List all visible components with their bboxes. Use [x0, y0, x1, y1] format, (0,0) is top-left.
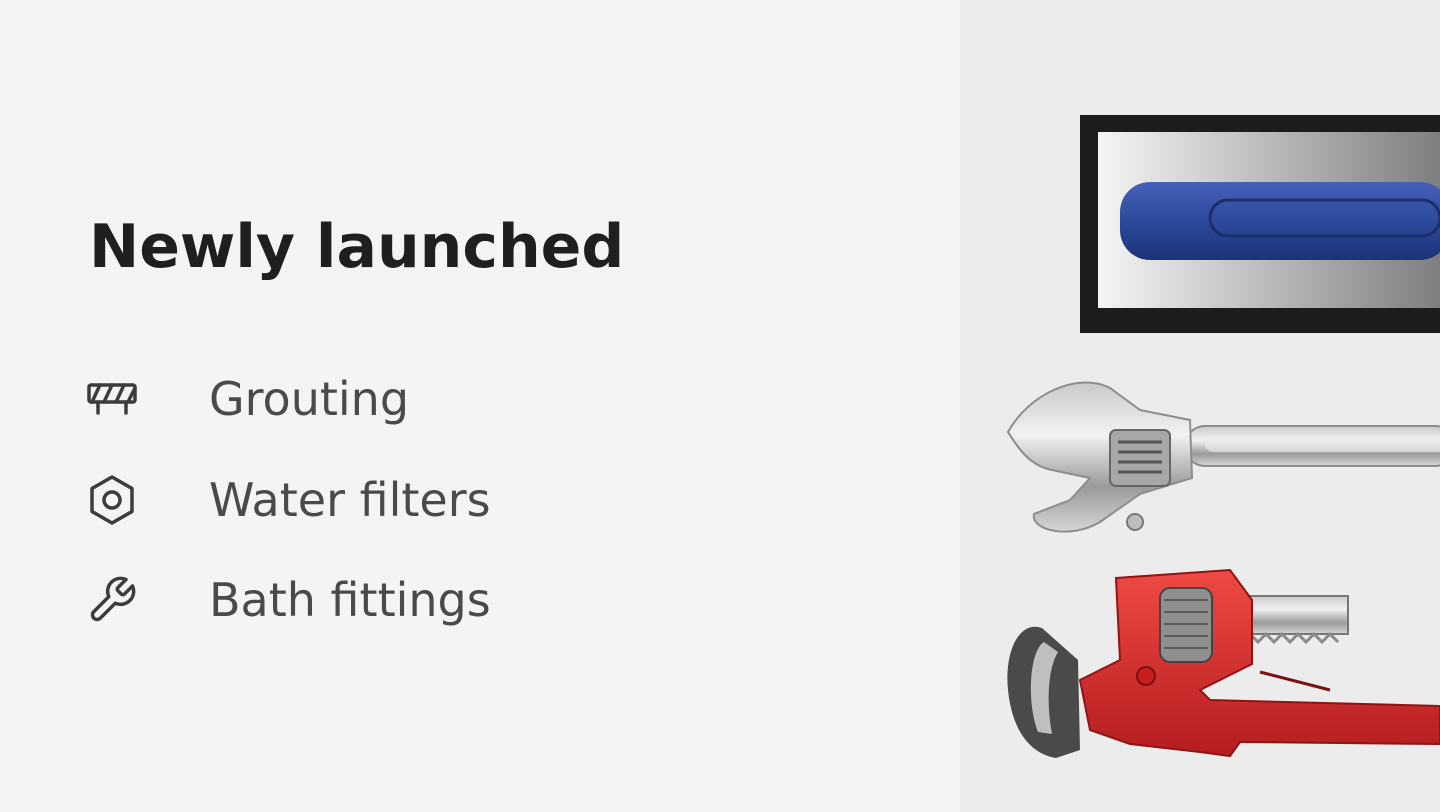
product-image — [960, 0, 1440, 812]
category-label: Bath fittings — [209, 573, 491, 627]
grout-float — [1080, 115, 1440, 333]
category-label: Water filters — [209, 473, 491, 527]
tools-illustration — [1006, 115, 1440, 758]
hex-nut-icon — [86, 474, 138, 526]
section-title: Newly launched — [89, 212, 625, 282]
page: Newly launched Grouting Water filters Ba… — [0, 0, 1440, 812]
pipe-wrench — [1007, 568, 1440, 758]
category-item-water-filters[interactable]: Water filters — [89, 470, 689, 530]
adjustable-wrench — [1006, 381, 1440, 533]
category-item-grouting[interactable]: Grouting — [86, 369, 689, 429]
category-panel: Newly launched Grouting Water filters Ba… — [0, 0, 960, 812]
wrench-icon — [86, 574, 138, 626]
category-item-bath-fittings[interactable]: Bath fittings — [89, 570, 689, 630]
barrier-icon — [86, 373, 138, 425]
category-label: Grouting — [209, 372, 410, 426]
